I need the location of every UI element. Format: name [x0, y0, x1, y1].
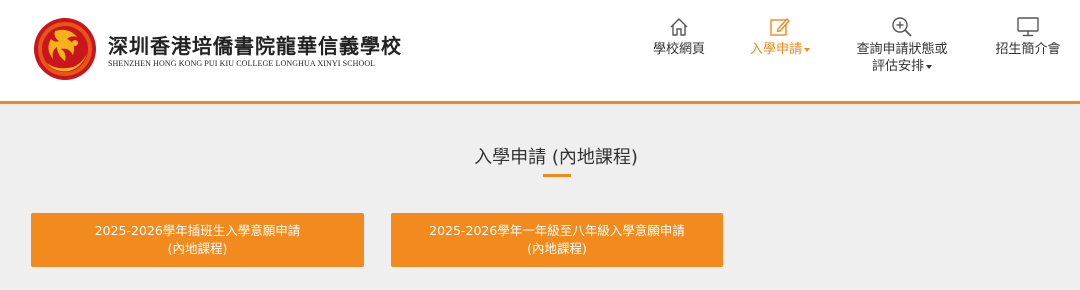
nav-label-admission-application: 入學申請 [749, 42, 802, 57]
button-label-line1: 2025-2026學年一年級至八年級入學意願申請 [429, 223, 685, 238]
school-logo-icon[interactable] [33, 17, 97, 81]
nav-label-check-status-line1: 查詢申請狀態或 [856, 42, 948, 57]
nav-item-check-status[interactable]: 查詢申請狀態或 評估安排 [846, 16, 958, 75]
chevron-down-icon [926, 64, 932, 69]
edit-icon [770, 18, 790, 36]
home-icon [670, 18, 688, 36]
nav-label-admission-briefing: 招生簡介會 [995, 42, 1061, 57]
title-underline [543, 174, 571, 177]
search-plus-icon [892, 17, 912, 37]
school-name-english: SHENZHEN HONG KONG PUI KIU COLLEGE LONGH… [108, 59, 376, 68]
nav-item-admission-briefing[interactable]: 招生簡介會 [988, 16, 1068, 58]
nav-item-admission-application[interactable]: 入學申請 [742, 16, 818, 58]
site-header: 深圳香港培僑書院龍華信義學校 SHENZHEN HONG KONG PUI KI… [0, 0, 1080, 104]
nav-label-check-status-line2: 評估安排 [871, 59, 924, 74]
page-title: 入學申請 (內地課程) [474, 147, 638, 168]
school-name-chinese: 深圳香港培僑書院龍華信義學校 [108, 34, 402, 58]
button-label-line2: (內地課程) [167, 241, 228, 256]
nav-label-school-website: 學校網頁 [652, 42, 705, 57]
monitor-icon [1017, 17, 1039, 37]
button-label-line2: (內地課程) [527, 241, 587, 256]
nav-item-school-website[interactable]: 學校網頁 [646, 16, 712, 58]
button-label-line1: 2025-2026學年插班生入學意願申請 [94, 223, 301, 238]
transfer-student-application-button[interactable]: 2025-2026學年插班生入學意願申請 (內地課程) [31, 213, 364, 267]
grade1-to-8-application-button[interactable]: 2025-2026學年一年級至八年級入學意願申請 (內地課程) [391, 213, 723, 267]
chevron-down-icon [804, 47, 810, 52]
